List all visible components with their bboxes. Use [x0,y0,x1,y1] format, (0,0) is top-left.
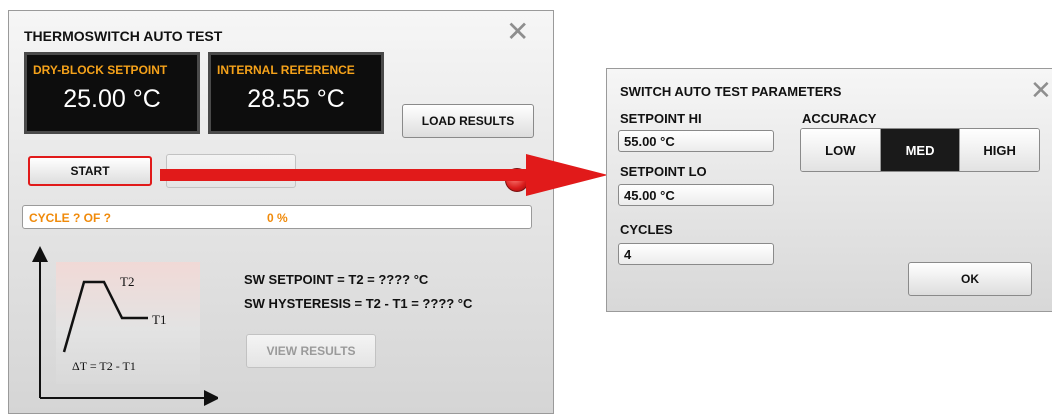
cycles-label: CYCLES [620,222,673,237]
setpoint-hi-label: SETPOINT HI [620,111,702,126]
dry-block-setpoint-display: DRY-BLOCK SETPOINT 25.00 °C [24,52,200,134]
accuracy-option-low[interactable]: LOW [801,129,881,171]
dry-block-setpoint-value: 25.00 °C [63,85,161,113]
view-results-button: VIEW RESULTS [246,334,376,368]
sw-hysteresis-text: SW HYSTERESIS = T2 - T1 = ???? °C [244,296,473,311]
panel-title: THERMOSWITCH AUTO TEST [24,28,223,44]
t2-label: T2 [120,274,134,289]
hysteresis-diagram: T2 T1 ΔT = T2 - T1 [32,246,218,406]
t1-label: T1 [152,312,166,327]
dry-block-setpoint-label: DRY-BLOCK SETPOINT [33,63,168,77]
internal-reference-value: 28.55 °C [247,85,345,113]
progress-percent-text: 0 % [267,211,288,225]
cycles-field[interactable]: 4 [618,243,774,265]
sw-setpoint-text: SW SETPOINT = T2 = ???? °C [244,272,429,287]
accuracy-option-med[interactable]: MED [880,129,961,171]
internal-reference-display: INTERNAL REFERENCE 28.55 °C [208,52,384,134]
arrow-right-icon [160,154,608,196]
accuracy-option-high[interactable]: HIGH [960,129,1039,171]
load-results-button[interactable]: LOAD RESULTS [402,104,534,138]
close-icon[interactable]: ✕ [506,18,529,46]
accuracy-label: ACCURACY [802,111,877,126]
cycle-count-text: CYCLE ? OF ? [29,211,111,225]
dialog-close-icon[interactable]: ✕ [1030,78,1052,104]
delta-t-label: ΔT = T2 - T1 [72,359,136,373]
setpoint-lo-field[interactable]: 45.00 °C [618,184,774,206]
ok-button[interactable]: OK [908,262,1032,296]
setpoint-lo-label: SETPOINT LO [620,164,707,179]
start-button[interactable]: START [28,156,152,186]
dialog-title: SWITCH AUTO TEST PARAMETERS [620,84,842,99]
setpoint-hi-field[interactable]: 55.00 °C [618,130,774,152]
internal-reference-label: INTERNAL REFERENCE [217,63,355,77]
cycle-progress-bar: CYCLE ? OF ? 0 % [22,205,532,229]
accuracy-selector: LOW MED HIGH [800,128,1040,172]
hysteresis-curve [62,280,148,353]
